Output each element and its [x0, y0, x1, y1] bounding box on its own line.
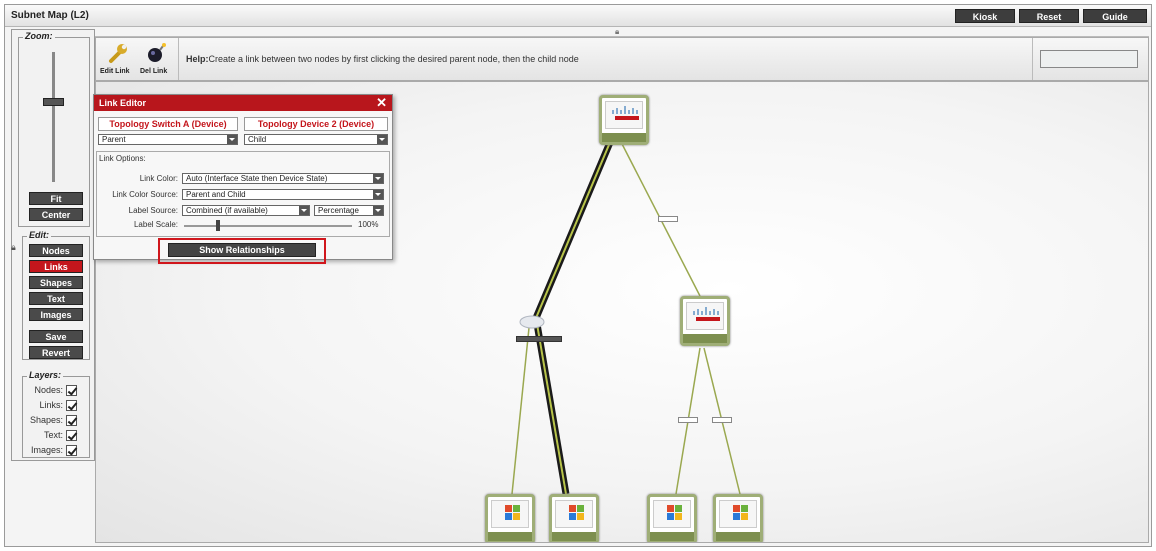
guide-button[interactable]: Guide — [1083, 9, 1147, 23]
link-color-select[interactable]: Auto (Interface State then Device State) — [182, 173, 384, 184]
center-button[interactable]: Center — [29, 208, 83, 221]
role-b-select[interactable]: Child — [244, 134, 388, 145]
cisco-icon — [693, 307, 720, 321]
color-source-label: Link Color Source: — [112, 190, 178, 199]
toolbar-divider — [178, 38, 179, 80]
device-node[interactable] — [549, 494, 599, 542]
sidebar: Zoom: Fit Center 🔒︎ Edit: Nodes Links Sh… — [11, 29, 95, 461]
windows-icon — [505, 505, 520, 520]
windows-icon — [667, 505, 682, 520]
close-icon[interactable]: ✕ — [376, 95, 387, 111]
label-scale-value: 100% — [358, 220, 379, 229]
layer-nodes[interactable]: Nodes: — [34, 383, 77, 397]
kiosk-button[interactable]: Kiosk — [955, 9, 1015, 23]
edit-nodes-button[interactable]: Nodes — [29, 244, 83, 257]
link-label — [678, 417, 698, 423]
label-source-label: Label Source: — [128, 206, 178, 215]
lock-icon[interactable]: 🔒︎ — [615, 27, 619, 37]
device-a-title: Topology Switch A (Device) — [98, 117, 238, 131]
edit-lock-icon[interactable]: 🔒︎ — [11, 242, 16, 253]
link-color-label: Link Color: — [139, 174, 178, 183]
link-editor-dialog: Link Editor ✕ Topology Switch A (Device)… — [93, 94, 393, 264]
chevron-down-icon — [373, 206, 383, 215]
label-unit-select[interactable]: Percentage — [314, 205, 384, 216]
checkbox-icon[interactable] — [66, 430, 77, 442]
delete-link-tool[interactable]: Del Link — [138, 40, 174, 78]
subnet-map-window: Subnet Map (L2) Kiosk Reset Guide 🔒︎ Zoo… — [4, 4, 1152, 547]
window-title: Subnet Map (L2) — [11, 10, 89, 21]
top-collapse-bar[interactable]: 🔒︎ — [95, 27, 1149, 37]
fit-button[interactable]: Fit — [29, 192, 83, 205]
switch-node[interactable] — [680, 296, 730, 346]
zoom-track[interactable] — [52, 52, 55, 182]
link-label — [712, 417, 732, 423]
edit-shapes-button[interactable]: Shapes — [29, 276, 83, 289]
windows-icon — [569, 505, 584, 520]
checkbox-icon[interactable] — [66, 385, 77, 397]
link-label — [658, 216, 678, 222]
link-line-selected-core — [535, 317, 567, 495]
cisco-icon — [612, 106, 639, 120]
edit-label: Edit: — [27, 230, 51, 240]
search-input[interactable] — [1040, 50, 1138, 68]
toolbar-divider — [1032, 38, 1033, 80]
title-bar: Subnet Map (L2) Kiosk Reset Guide — [5, 5, 1151, 27]
device-node[interactable] — [485, 494, 535, 542]
show-relationships-button[interactable]: Show Relationships — [168, 243, 316, 257]
edit-link-tool[interactable]: Edit Link — [100, 40, 136, 78]
reset-button[interactable]: Reset — [1019, 9, 1079, 23]
label-scale-track[interactable] — [184, 225, 352, 227]
device-b-title: Topology Device 2 (Device) — [244, 117, 388, 131]
link-line-selected-core — [535, 139, 612, 319]
cloud-icon[interactable] — [519, 315, 545, 329]
zoom-panel: Zoom: Fit Center — [18, 31, 90, 227]
dialog-title: Link Editor — [94, 95, 392, 111]
switch-node[interactable] — [599, 95, 649, 145]
edit-links-button[interactable]: Links — [29, 260, 83, 273]
label-scale-label: Label Scale: — [133, 220, 178, 229]
chevron-down-icon — [373, 174, 383, 183]
save-button[interactable]: Save — [29, 330, 83, 343]
layer-shapes[interactable]: Shapes: — [30, 413, 77, 427]
layers-label: Layers: — [27, 370, 64, 380]
link-toolbar: Edit Link Del Link Help:Create a link be… — [95, 37, 1149, 81]
device-node[interactable] — [647, 494, 697, 542]
checkbox-icon[interactable] — [66, 400, 77, 412]
zoom-slider-handle[interactable] — [43, 98, 64, 106]
chevron-down-icon — [373, 190, 383, 199]
chevron-down-icon — [377, 135, 387, 144]
windows-icon — [733, 505, 748, 520]
edit-images-button[interactable]: Images — [29, 308, 83, 321]
link-label-selected — [516, 336, 562, 342]
wrench-icon — [109, 44, 127, 63]
layers-panel: Layers: Nodes: Links: Shapes: Text: Imag… — [22, 370, 90, 458]
layer-links[interactable]: Links: — [39, 398, 77, 412]
edit-text-button[interactable]: Text — [29, 292, 83, 305]
revert-button[interactable]: Revert — [29, 346, 83, 359]
chevron-down-icon — [299, 206, 309, 215]
label-source-select[interactable]: Combined (if available) — [182, 205, 310, 216]
help-text: Help:Create a link between two nodes by … — [186, 54, 579, 64]
device-node[interactable] — [713, 494, 763, 542]
checkbox-icon[interactable] — [66, 445, 77, 457]
role-a-select[interactable]: Parent — [98, 134, 238, 145]
checkbox-icon[interactable] — [66, 415, 77, 427]
bomb-icon — [148, 43, 166, 62]
zoom-label: Zoom: — [23, 31, 55, 41]
layer-text[interactable]: Text: — [44, 428, 77, 442]
color-source-select[interactable]: Parent and Child — [182, 189, 384, 200]
label-scale-handle[interactable] — [216, 220, 220, 231]
chevron-down-icon — [227, 135, 237, 144]
layer-images[interactable]: Images: — [31, 443, 77, 457]
link-line[interactable] — [511, 317, 531, 495]
edit-panel: Edit: Nodes Links Shapes Text Images Sav… — [22, 230, 90, 360]
